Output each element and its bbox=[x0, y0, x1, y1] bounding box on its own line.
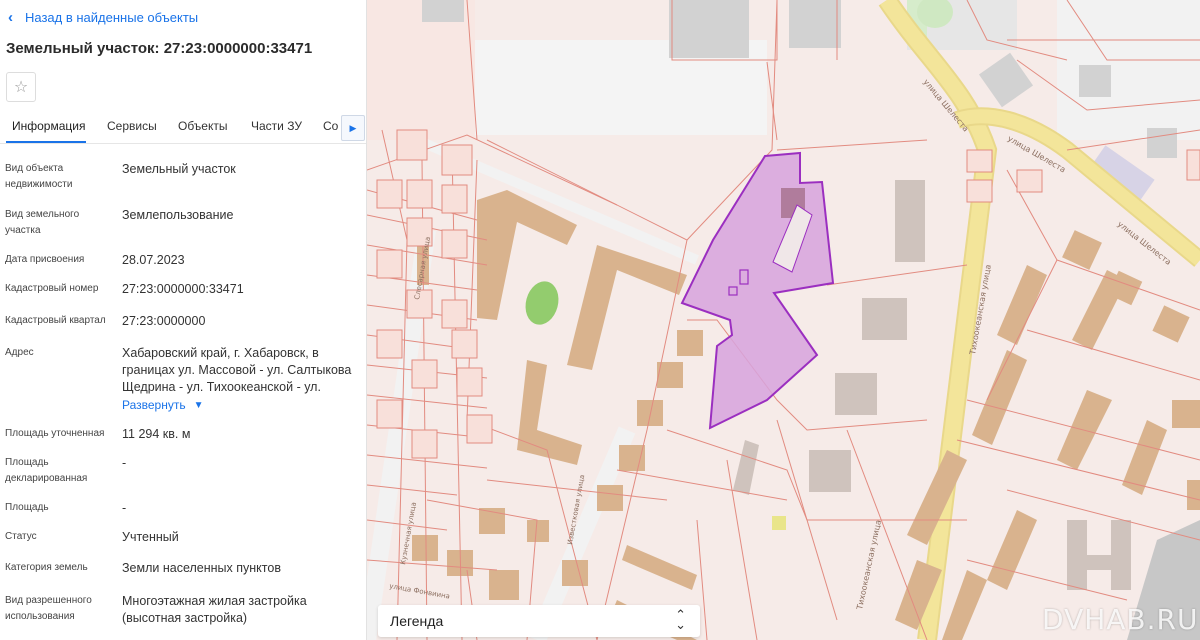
info-label: Вид объекта недвижимости bbox=[5, 163, 73, 190]
info-label: Площадь уточненная bbox=[5, 428, 105, 439]
info-label: Категория земель bbox=[5, 562, 88, 573]
expand-address-link[interactable]: Развернуть ▼ bbox=[122, 397, 204, 414]
sort-arrows-icon: ⌃ ⌄ bbox=[675, 607, 686, 632]
expand-label: Развернуть bbox=[122, 398, 186, 412]
favorite-button[interactable]: ☆ bbox=[6, 72, 36, 102]
info-value: Многоэтажная жилая застройка (высотная з… bbox=[122, 594, 307, 625]
info-label: Площадь декларированная bbox=[5, 457, 88, 484]
tab-composition[interactable]: Сос bbox=[323, 119, 338, 133]
info-label: Статус bbox=[5, 531, 37, 542]
info-value: - bbox=[122, 456, 127, 470]
back-link-label: Назад в найденные объекты bbox=[25, 10, 199, 25]
info-value: Учтенный bbox=[122, 530, 179, 544]
info-label: Адрес bbox=[5, 347, 34, 358]
tab-bar: Информация Сервисы Объекты Части ЗУ Сос … bbox=[0, 108, 366, 144]
info-value: Земли населенных пунктов bbox=[122, 561, 281, 575]
map-canvas[interactable]: улица Шелеста улица Шелеста улица Шелест… bbox=[367, 0, 1200, 640]
legend-dropdown[interactable]: Легенда ⌃ ⌄ bbox=[378, 605, 700, 637]
info-label: Площадь bbox=[5, 502, 49, 513]
legend-label: Легенда bbox=[390, 613, 444, 629]
info-panel: ‹ Назад в найденные объекты Земельный уч… bbox=[0, 0, 367, 640]
tabs-scroll-right-button[interactable]: ▶ bbox=[341, 115, 365, 141]
expand-row: Развернуть ▼ bbox=[122, 397, 358, 414]
arrow-right-icon: ▶ bbox=[349, 122, 357, 133]
info-value: 27:23:0000000 bbox=[122, 314, 206, 328]
info-label: Вид земельного участка bbox=[5, 209, 80, 236]
info-label: Дата присвоения bbox=[5, 254, 85, 265]
info-value: Землепользование bbox=[122, 208, 234, 222]
info-label: Кадастровый квартал bbox=[5, 315, 106, 326]
info-value: - bbox=[122, 501, 127, 515]
info-value: 27:23:0000000:33471 bbox=[122, 282, 244, 296]
active-tab-indicator bbox=[6, 141, 86, 143]
back-link[interactable]: ‹ Назад в найденные объекты bbox=[8, 9, 198, 26]
tab-services[interactable]: Сервисы bbox=[107, 119, 157, 133]
tab-objects[interactable]: Объекты bbox=[178, 119, 228, 133]
address-value: Хабаровский край, г. Хабаровск, в границ… bbox=[122, 346, 352, 394]
info-value: 11 294 кв. м bbox=[122, 427, 191, 441]
watermark: DVHAB.RU bbox=[1042, 603, 1199, 636]
tab-parts[interactable]: Части ЗУ bbox=[251, 119, 302, 133]
page-title: Земельный участок: 27:23:0000000:33471 bbox=[6, 40, 313, 57]
info-label: Кадастровый номер bbox=[5, 283, 99, 294]
cadastral-map[interactable]: улица Шелеста улица Шелеста улица Шелест… bbox=[367, 0, 1200, 640]
tab-information[interactable]: Информация bbox=[12, 119, 85, 133]
chevron-left-icon: ‹ bbox=[8, 9, 13, 26]
info-value: 28.07.2023 bbox=[122, 253, 185, 267]
info-label: Вид разрешенного использования bbox=[5, 595, 92, 622]
info-value: Земельный участок bbox=[122, 162, 236, 176]
star-icon: ☆ bbox=[13, 79, 29, 96]
chevron-down-icon: ▼ bbox=[193, 400, 204, 411]
